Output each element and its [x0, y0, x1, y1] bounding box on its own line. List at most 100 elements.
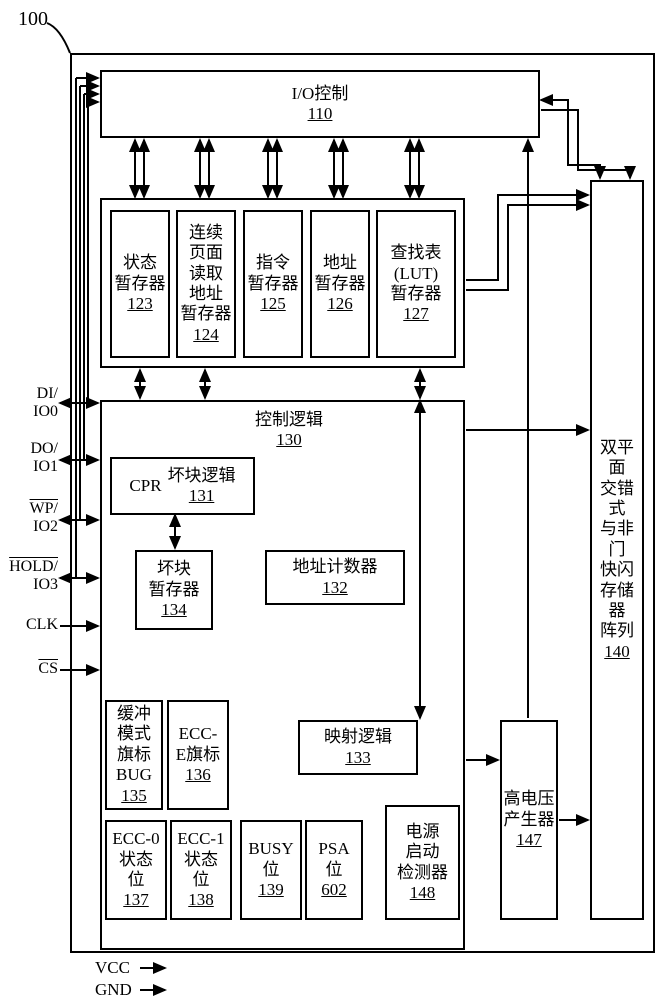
pin-clk: CLK	[8, 616, 58, 634]
cpr-l2: 页面	[189, 243, 223, 263]
cpr-l5: 暂存器	[181, 304, 232, 324]
arr-l2: 交错式	[592, 479, 642, 520]
pin-hold-1: HOLD/	[9, 558, 58, 575]
arr-num: 140	[604, 642, 630, 662]
ecce-flag: ECC- E旗标 136	[167, 700, 229, 810]
hv-num: 147	[516, 830, 542, 850]
instr-l2: 暂存器	[248, 274, 299, 294]
bug-l1: 缓冲	[117, 704, 151, 724]
addr-counter: 地址计数器 132	[265, 550, 405, 605]
bug-l4: BUG	[116, 765, 152, 785]
hv-l2: 产生器	[504, 810, 555, 830]
ecc0-l2: 状态	[119, 850, 153, 870]
cpr-bad-logic: CPR 坏块逻辑 131	[110, 457, 255, 515]
bug-l3: 旗标	[117, 745, 151, 765]
bug-flag: 缓冲 模式 旗标 BUG 135	[105, 700, 163, 810]
ecc0-l1: ECC-0	[112, 829, 159, 849]
psd-num: 148	[410, 883, 436, 903]
ecc0-num: 137	[123, 890, 149, 910]
ref-number: 100	[18, 8, 48, 31]
cl-num: 130	[276, 430, 302, 449]
addr-num: 126	[327, 294, 353, 314]
status-l2: 暂存器	[115, 274, 166, 294]
psd-l2: 启动	[406, 842, 440, 862]
cpr-l3: 读取	[189, 264, 223, 284]
arr-l1: 双平面	[592, 438, 642, 479]
pin-wp-2: IO2	[33, 518, 58, 535]
bug-num: 135	[121, 786, 147, 806]
psd-l3: 检测器	[397, 863, 448, 883]
cpr-l1: 连续	[189, 223, 223, 243]
pin-do: DO/ IO1	[8, 440, 58, 476]
pin-hold-2: IO3	[33, 576, 58, 593]
pin-wp: WP/ IO2	[8, 500, 58, 536]
ecce-l2: E旗标	[176, 745, 220, 765]
psa-num: 602	[321, 880, 347, 900]
cpr-bad-l1: CPR	[129, 476, 161, 496]
ecc1-l1: ECC-1	[177, 829, 224, 849]
lut-register: 查找表 (LUT) 暂存器 127	[376, 210, 456, 358]
bad-block-reg: 坏块 暂存器 134	[135, 550, 213, 630]
gnd-label: GND	[95, 980, 132, 999]
addr-counter-label: 地址计数器	[293, 557, 378, 577]
pin-gnd: GND	[95, 980, 132, 1000]
lut-num: 127	[403, 304, 429, 324]
addr-register: 地址 暂存器 126	[310, 210, 370, 358]
psa-l2: 位	[326, 860, 343, 880]
pin-di: DI/ IO0	[8, 385, 58, 421]
hv-gen: 高电压 产生器 147	[500, 720, 558, 920]
busy-l2: 位	[263, 860, 280, 880]
io-control-num: 110	[308, 104, 333, 124]
ecc1-l3: 位	[193, 870, 210, 890]
status-register: 状态 暂存器 123	[110, 210, 170, 358]
instr-register: 指令 暂存器 125	[243, 210, 303, 358]
vcc-label: VCC	[95, 958, 130, 977]
pin-cs: CS	[8, 660, 58, 678]
psd-box: 电源 启动 检测器 148	[385, 805, 460, 920]
memory-array: 双平面 交错式 与非门 快闪 存储器 阵列 140	[590, 180, 644, 920]
hv-l1: 高电压	[504, 789, 555, 809]
cpr-bad-l2: 坏块逻辑	[168, 466, 236, 486]
status-l1: 状态	[123, 253, 157, 273]
ecce-num: 136	[185, 765, 211, 785]
pin-di-1: DI/	[37, 385, 58, 402]
lut-l3: 暂存器	[391, 284, 442, 304]
map-label: 映射逻辑	[324, 727, 392, 747]
lut-l2: (LUT)	[394, 264, 438, 284]
io-control-label: I/O控制	[292, 84, 349, 104]
cpr-num: 124	[193, 325, 219, 345]
pin-di-2: IO0	[33, 403, 58, 420]
pin-hold: HOLD/ IO3	[0, 558, 58, 594]
cpr-bad-num: 131	[189, 486, 215, 506]
pin-vcc: VCC	[95, 958, 130, 978]
status-num: 123	[127, 294, 153, 314]
cpr-l4: 地址	[189, 284, 223, 304]
io-control-box: I/O控制 110	[100, 70, 540, 138]
lut-l1: 查找表	[391, 243, 442, 263]
instr-l1: 指令	[256, 253, 290, 273]
busy-box: BUSY 位 139	[240, 820, 302, 920]
ecc0-box: ECC-0 状态 位 137	[105, 820, 167, 920]
ecc1-box: ECC-1 状态 位 138	[170, 820, 232, 920]
psa-box: PSA 位 602	[305, 820, 363, 920]
ecc0-l3: 位	[128, 870, 145, 890]
ecc1-num: 138	[188, 890, 214, 910]
psa-l1: PSA	[318, 839, 349, 859]
cl-label: 控制逻辑	[255, 410, 323, 429]
map-num: 133	[345, 748, 371, 768]
bad-num: 134	[161, 600, 187, 620]
arr-l4: 快闪	[600, 560, 634, 580]
addr-l1: 地址	[323, 253, 357, 273]
instr-num: 125	[260, 294, 286, 314]
busy-l1: BUSY	[248, 839, 293, 859]
arr-l6: 阵列	[600, 621, 634, 641]
busy-num: 139	[258, 880, 284, 900]
pin-wp-1: WP/	[30, 500, 58, 517]
bad-l2: 暂存器	[149, 580, 200, 600]
arr-l3: 与非门	[592, 519, 642, 560]
addr-counter-num: 132	[322, 578, 348, 598]
map-logic: 映射逻辑 133	[298, 720, 418, 775]
ecce-l1: ECC-	[179, 724, 218, 744]
bug-l2: 模式	[117, 724, 151, 744]
ecc1-l2: 状态	[184, 850, 218, 870]
